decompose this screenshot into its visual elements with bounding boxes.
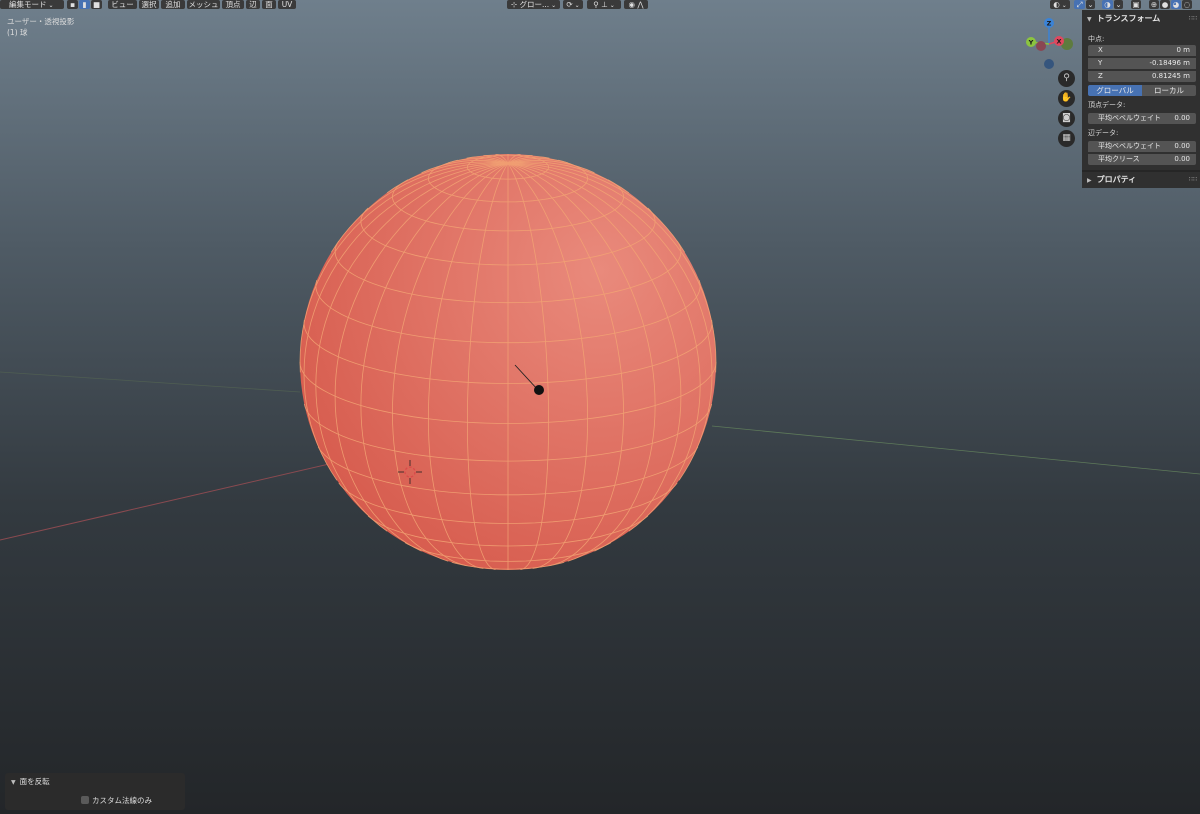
vertex-data-label: 頂点データ: [1088, 101, 1126, 109]
pan-hand-icon[interactable]: ✋ [1058, 90, 1075, 107]
face-select-icon[interactable]: ■ [91, 0, 102, 9]
menu-vertex[interactable]: 頂点 [222, 0, 244, 9]
z-field[interactable]: Z 0.81245 m [1088, 71, 1196, 82]
drag-grip-icon[interactable]: ∷∷ [1189, 11, 1197, 27]
camera-view-icon[interactable]: ◙ [1058, 110, 1075, 127]
viewport-header: 編集モード ⌄ ▪ ▮ ■ ビュー 選択 追加 メッシュ 頂点 辺 面 UV ⊹ … [0, 0, 1200, 10]
edge-data-label: 辺データ: [1088, 129, 1119, 137]
y-field[interactable]: Y -0.18496 m [1088, 58, 1196, 69]
vertex-bevel-value: 0.00 [1174, 114, 1190, 122]
vertex-select-icon[interactable]: ▪ [67, 0, 78, 9]
z-label: Z [1098, 72, 1103, 80]
mode-label: 編集モード [9, 0, 47, 9]
menu-uv[interactable]: UV [278, 0, 296, 9]
gizmo-neg-x[interactable] [1036, 41, 1046, 51]
menu-edge[interactable]: 辺 [246, 0, 260, 9]
3d-viewport[interactable] [0, 0, 1200, 814]
collapsed-triangle-icon: ▶ [1087, 177, 1092, 184]
median-label: 中点: [1088, 35, 1105, 43]
transform-title: トランスフォーム [1096, 14, 1161, 23]
overlays-toggle-icon[interactable]: ◑ [1102, 0, 1113, 9]
properties-title: プロパティ [1096, 175, 1137, 184]
local-toggle[interactable]: ローカル [1142, 85, 1196, 96]
overlays-dropdown-icon[interactable]: ⌄ [1114, 0, 1123, 9]
proportional-edit-icon[interactable]: ◉ ⋀ [624, 0, 648, 9]
edge-bevel-weight-field[interactable]: 平均ベベルウェイト 0.00 [1088, 141, 1196, 152]
gizmo-toggle-icon[interactable]: ⤢ [1074, 0, 1085, 9]
edge-select-icon[interactable]: ▮ [79, 0, 90, 9]
shading-rendered-icon[interactable]: ◌ [1182, 0, 1192, 9]
x-label: X [1098, 46, 1103, 54]
z-value: 0.81245 m [1152, 72, 1190, 80]
properties-panel-header[interactable]: ▶ プロパティ ∷∷ [1082, 172, 1200, 188]
operator-title: 面を反転 [19, 777, 50, 786]
shading-material-icon[interactable]: ◕ [1171, 0, 1181, 9]
snap-icon[interactable]: ⚲ ⊥ ⌄ [587, 0, 621, 9]
pivot-point-icon[interactable]: ⟳ ⌄ [563, 0, 583, 9]
custom-normals-only-checkbox[interactable] [81, 796, 89, 804]
object-name: (1) 球 [7, 28, 28, 37]
crease-value: 0.00 [1174, 155, 1190, 163]
orientation-icon: ⊹ [510, 0, 518, 9]
svg-text:X: X [1056, 38, 1061, 46]
transform-panel-header[interactable]: ▼ トランスフォーム ∷∷ [1082, 11, 1200, 27]
orientation-label: グロー... [519, 0, 550, 9]
y-value: -0.18496 m [1149, 59, 1190, 67]
object-type-visibility-icon[interactable]: ◐ ⌄ [1050, 0, 1070, 9]
vertex-bevel-weight-field[interactable]: 平均ベベルウェイト 0.00 [1088, 113, 1196, 124]
x-value: 0 m [1176, 46, 1191, 54]
global-toggle[interactable]: グローバル [1088, 85, 1142, 96]
y-label: Y [1098, 59, 1103, 67]
menu-select[interactable]: 選択 [139, 0, 159, 9]
ortho-grid-icon[interactable]: ▦ [1058, 130, 1075, 147]
chevron-down-icon: ⌄ [551, 2, 557, 9]
gizmo-dropdown-icon[interactable]: ⌄ [1086, 0, 1095, 9]
x-field[interactable]: X 0 m [1088, 45, 1196, 56]
transform-orientation-dropdown[interactable]: ⊹ グロー... ⌄ [507, 0, 560, 9]
crease-field[interactable]: 平均クリース 0.00 [1088, 154, 1196, 165]
object-origin [534, 385, 544, 395]
menu-view[interactable]: ビュー [108, 0, 137, 9]
shading-wireframe-icon[interactable]: ⊕ [1149, 0, 1159, 9]
chevron-down-icon: ⌄ [48, 2, 54, 9]
gizmo-neg-z[interactable] [1044, 59, 1054, 69]
edge-bevel-value: 0.00 [1174, 142, 1190, 150]
view-name: ユーザー・透視投影 [7, 17, 75, 26]
sidebar-panel: ▼ トランスフォーム ∷∷ 中点: X 0 m Y -0.18496 m Z 0.… [1082, 10, 1200, 188]
zoom-icon[interactable]: ⚲ [1058, 70, 1075, 87]
navigation-gizmo[interactable]: X Y Z [1022, 14, 1078, 72]
menu-add[interactable]: 追加 [161, 0, 185, 9]
svg-text:Z: Z [1047, 20, 1052, 28]
operator-panel-header[interactable]: ▼ 面を反転 [11, 776, 50, 787]
expanded-triangle-icon: ▼ [1087, 16, 1092, 23]
mode-dropdown[interactable]: 編集モード ⌄ [0, 0, 64, 9]
viewport-info: ユーザー・透視投影 (1) 球 [7, 16, 74, 38]
shading-solid-icon[interactable]: ● [1160, 0, 1170, 9]
crease-label: 平均クリース [1098, 155, 1140, 163]
operator-panel: ▼ 面を反転 カスタム法線のみ [5, 773, 185, 810]
vertex-bevel-label: 平均ベベルウェイト [1098, 114, 1161, 122]
drag-grip-icon[interactable]: ∷∷ [1189, 172, 1197, 188]
edge-bevel-label: 平均ベベルウェイト [1098, 142, 1161, 150]
xray-toggle-icon[interactable]: ▣ [1131, 0, 1141, 9]
menu-mesh[interactable]: メッシュ [187, 0, 220, 9]
menu-face[interactable]: 面 [262, 0, 276, 9]
custom-normals-only-label[interactable]: カスタム法線のみ [92, 795, 152, 806]
expanded-triangle-icon: ▼ [11, 779, 16, 786]
svg-text:Y: Y [1028, 39, 1034, 47]
